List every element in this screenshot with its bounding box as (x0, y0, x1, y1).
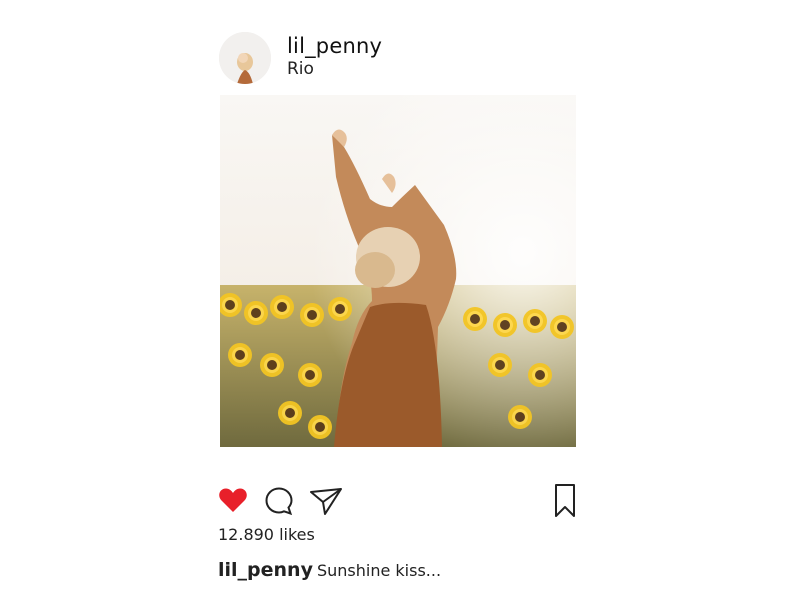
sunflower-photo (220, 95, 576, 447)
caption: lil_penny Sunshine kiss... (218, 559, 441, 581)
caption-username[interactable]: lil_penny (218, 559, 313, 581)
caption-text: Sunshine kiss... (316, 561, 442, 580)
bookmark-icon[interactable] (553, 483, 577, 518)
likes-count[interactable]: 12.890 likes (218, 525, 315, 544)
paper-plane-icon[interactable] (309, 486, 343, 516)
avatar[interactable] (219, 32, 271, 84)
post-image[interactable] (220, 95, 576, 447)
post-location[interactable]: Rio (287, 58, 314, 80)
post-username[interactable]: lil_penny (287, 33, 382, 59)
heart-icon[interactable] (218, 486, 248, 514)
comment-icon[interactable] (264, 486, 294, 516)
avatar-image (219, 32, 271, 84)
